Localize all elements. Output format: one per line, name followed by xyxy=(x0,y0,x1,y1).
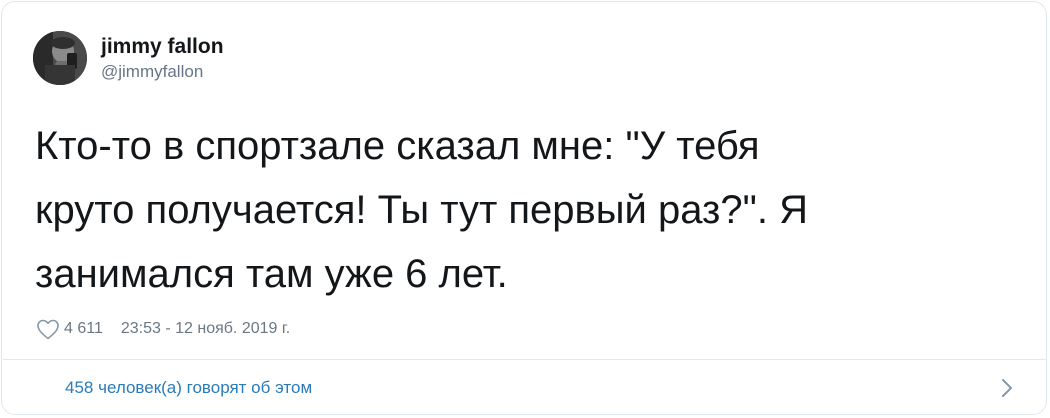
author-handle[interactable]: @jimmyfallon xyxy=(101,61,224,83)
tweet-meta: 4 611 23:53 - 12 нояб. 2019 г. xyxy=(36,318,290,340)
tweet-text-line: занимался там уже 6 лет. xyxy=(35,252,508,296)
avatar[interactable] xyxy=(33,31,87,85)
like-button[interactable]: 4 611 xyxy=(36,318,103,340)
user-avatar-icon xyxy=(33,31,87,85)
tweet-card: jimmy fallon @jimmyfallon Кто-то в спорт… xyxy=(1,1,1047,415)
conversation-footer[interactable]: 458 человек(а) говорят об этом xyxy=(3,360,1047,415)
people-talking-link[interactable]: 458 человек(а) говорят об этом xyxy=(65,378,312,398)
tweet-text: Кто-то в спортзале сказал мне: "У тебя к… xyxy=(35,114,1025,306)
chevron-right-icon xyxy=(1002,379,1012,397)
tweet-text-line: Кто-то в спортзале сказал мне: "У тебя xyxy=(35,124,760,168)
author-names: jimmy fallon @jimmyfallon xyxy=(101,34,224,83)
tweet-header: jimmy fallon @jimmyfallon xyxy=(33,31,224,85)
like-count: 4 611 xyxy=(64,320,103,337)
heart-outline-icon xyxy=(37,319,59,340)
tweet-timestamp[interactable]: 23:53 - 12 нояб. 2019 г. xyxy=(121,320,290,338)
tweet-text-line: круто получается! Ты тут первый раз?". Я xyxy=(35,188,808,232)
author-display-name[interactable]: jimmy fallon xyxy=(101,34,224,60)
